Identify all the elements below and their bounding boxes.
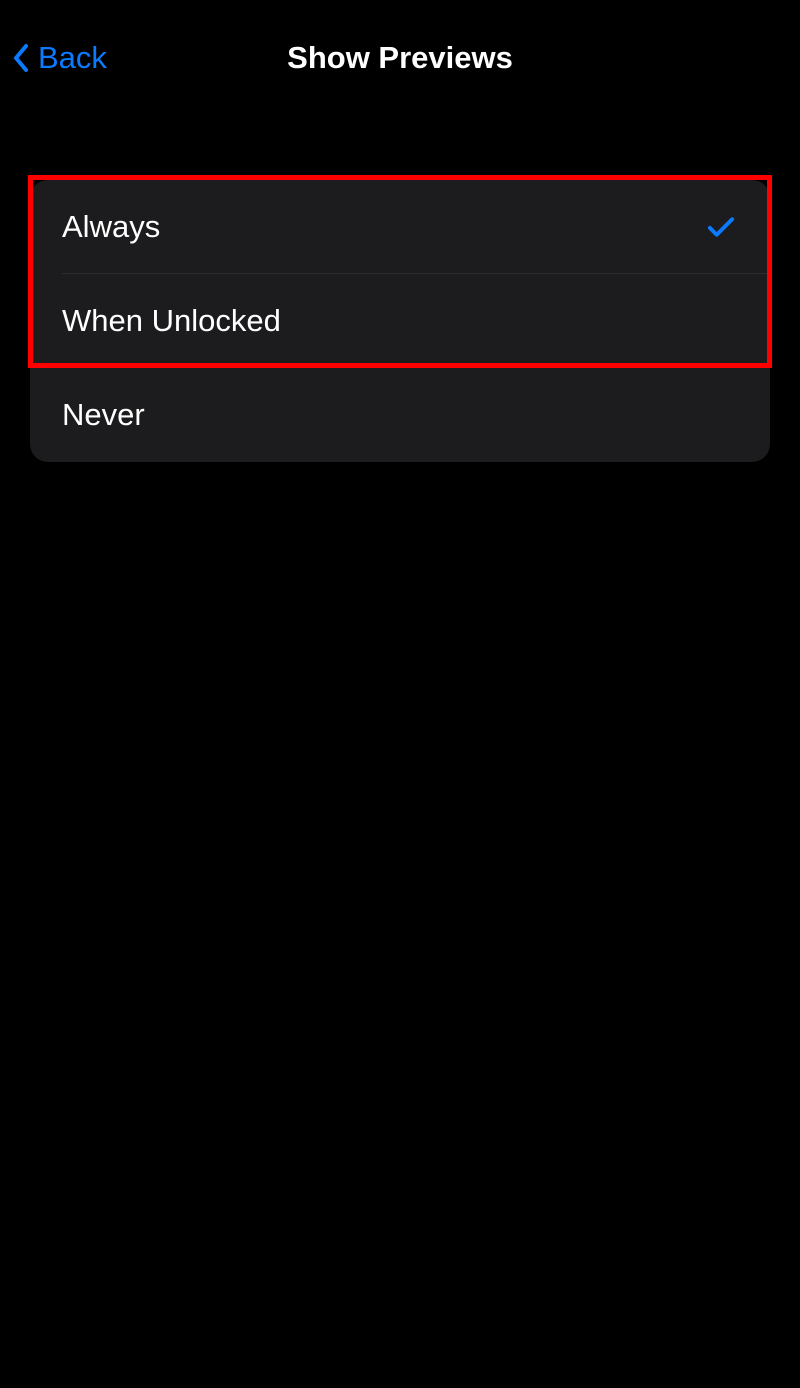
page-title: Show Previews [287,40,513,76]
back-button-label: Back [38,40,107,76]
option-label: Never [62,397,145,433]
back-button[interactable]: Back [10,40,107,76]
navigation-bar: Back Show Previews [0,0,800,100]
option-label: Always [62,209,160,245]
content-area: Always When Unlocked Never [0,180,800,462]
option-never[interactable]: Never [30,368,770,462]
option-always[interactable]: Always [30,180,770,274]
option-when-unlocked[interactable]: When Unlocked [30,274,770,368]
chevron-left-icon [10,40,32,76]
checkmark-icon [704,213,738,241]
options-list: Always When Unlocked Never [30,180,770,462]
option-label: When Unlocked [62,303,281,339]
